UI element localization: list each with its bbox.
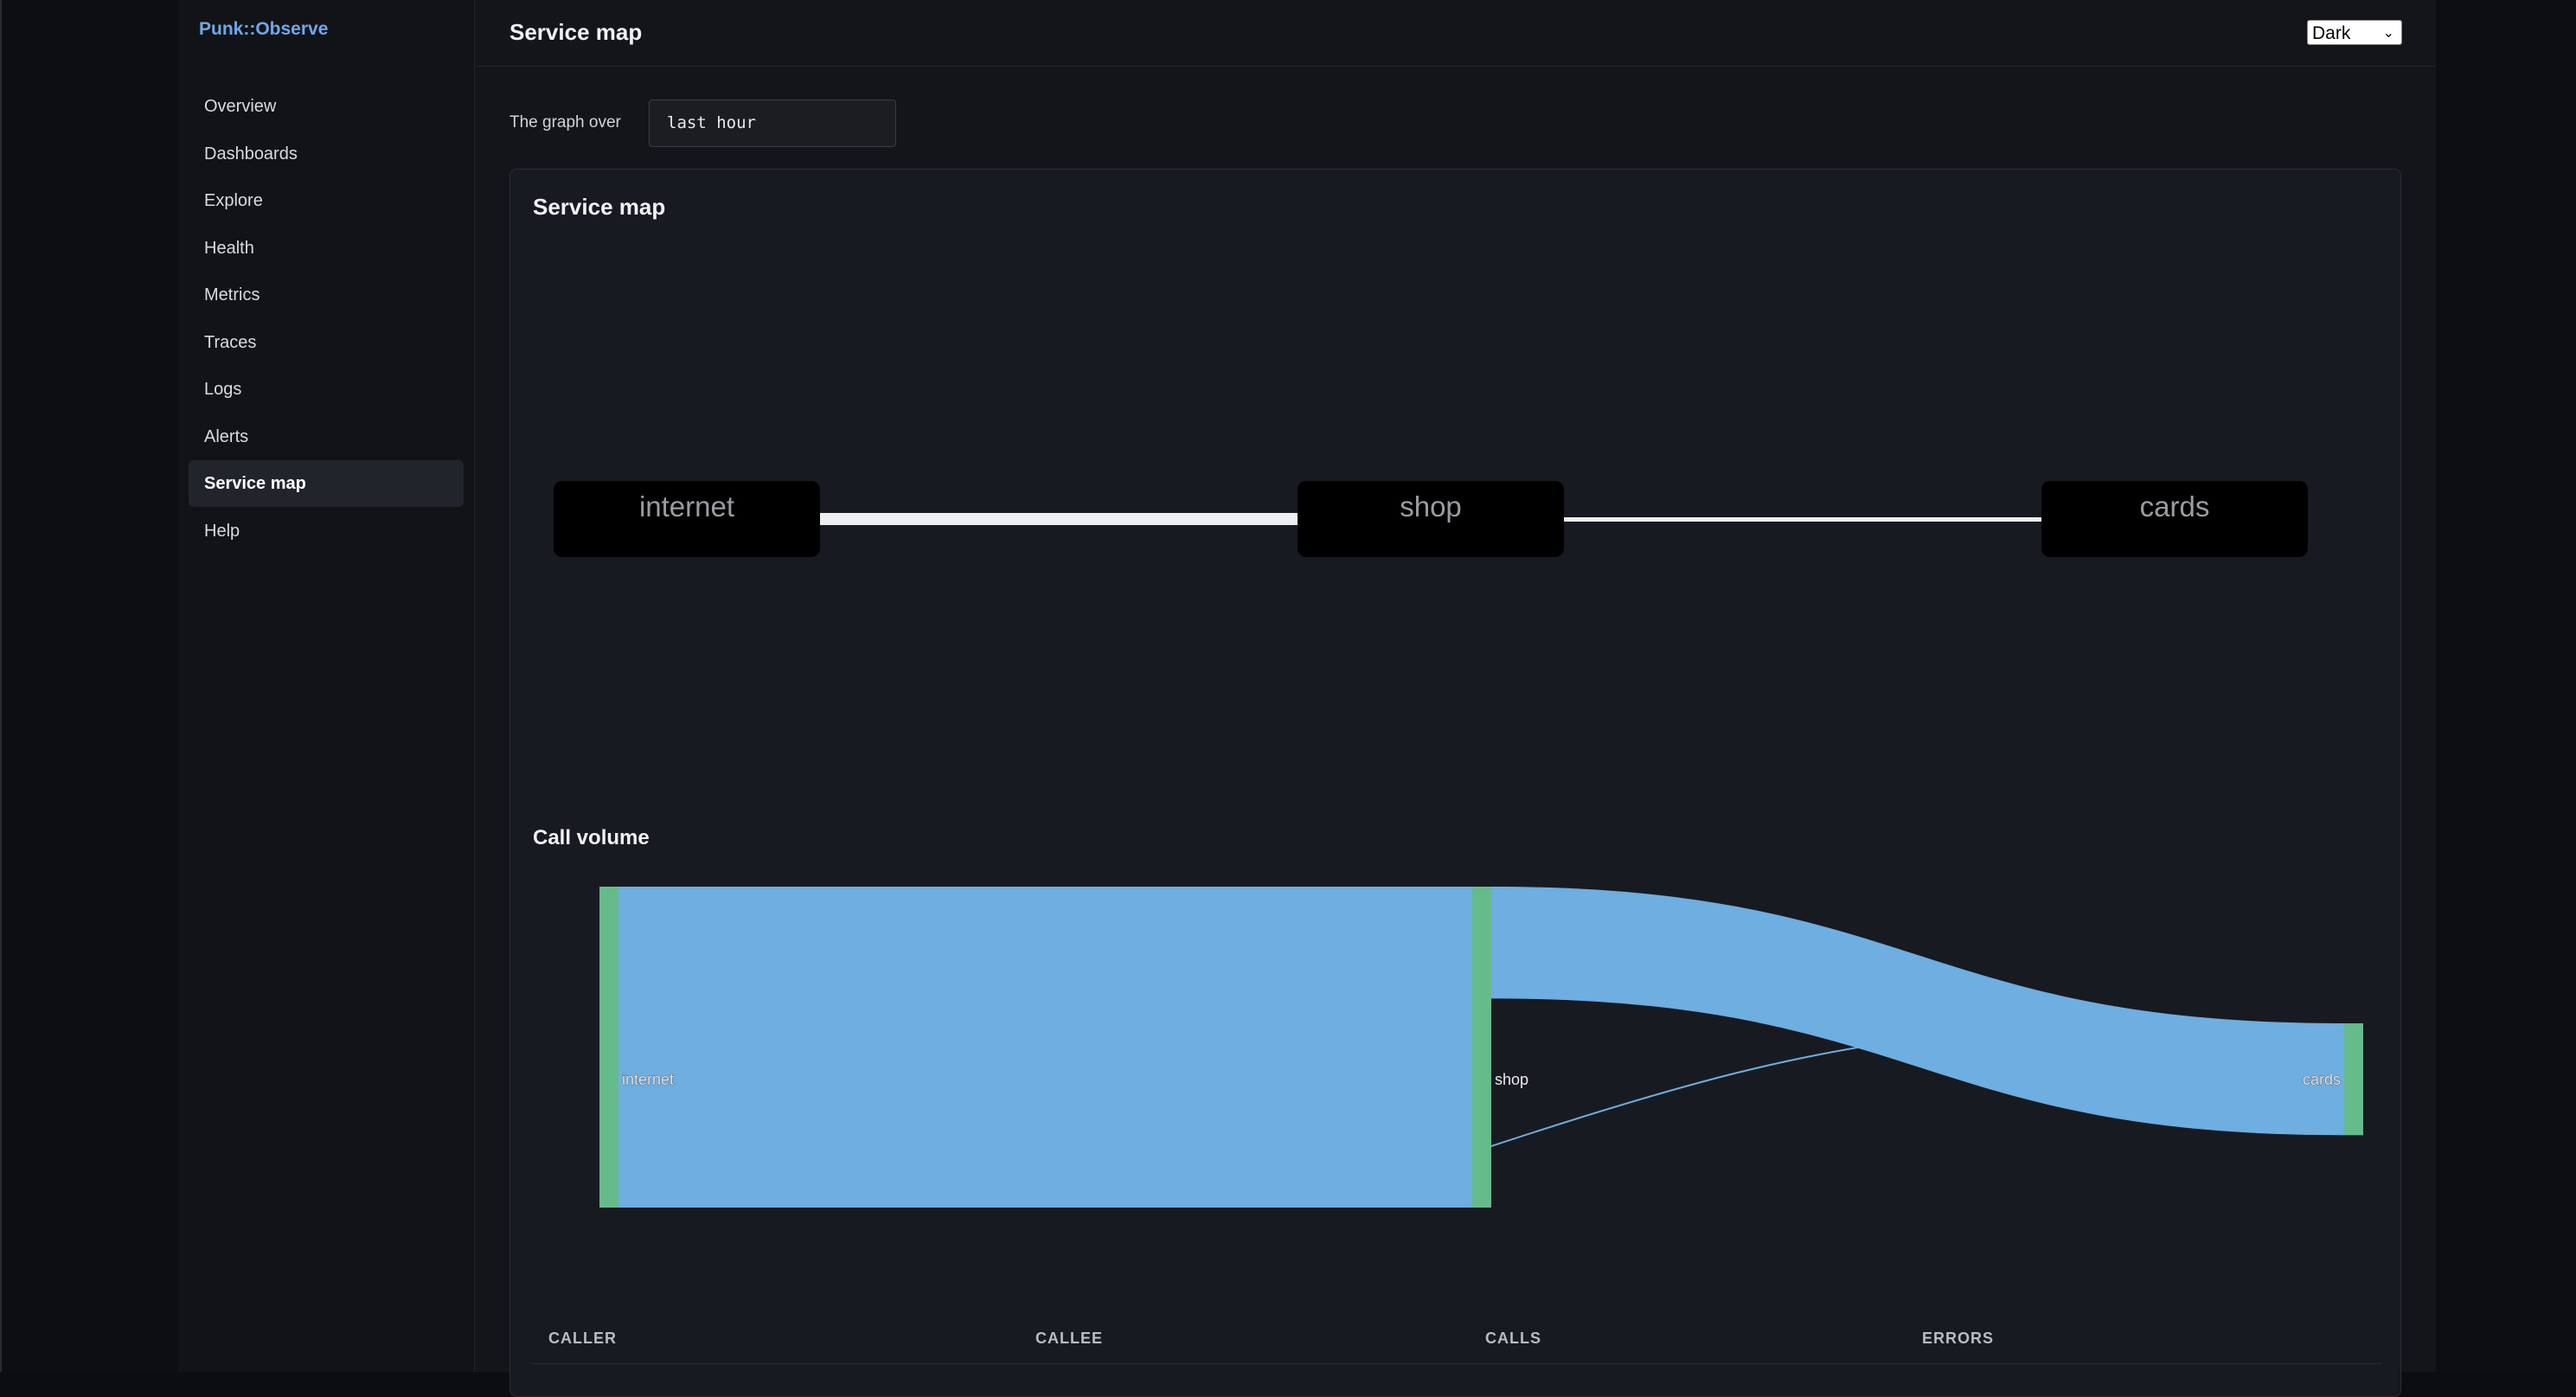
theme-select[interactable]: Dark ⌄ [2307,20,2402,45]
chevron-down-icon: ⌄ [2382,26,2394,41]
main-content: Service map Dark ⌄ The graph over last h… [475,0,2436,1397]
column-header-caller[interactable]: CALLER [548,1330,617,1348]
sankey-label-cards: cards [2303,1071,2341,1088]
sidebar-item-traces[interactable]: Traces [189,319,464,366]
theme-select-value: Dark [2312,23,2351,43]
sidebar-item-health[interactable]: Health [189,225,464,272]
call-volume-sankey: internet shop cards [599,887,2363,1208]
sidebar-item-help[interactable]: Help [189,508,464,554]
sidebar-item-logs[interactable]: Logs [189,366,464,413]
sidebar-item-service-map[interactable]: Service map [189,460,464,507]
column-header-errors[interactable]: ERRORS [1922,1330,1994,1348]
top-bar: Service map Dark ⌄ [475,0,2436,67]
sidebar: Punk::Observe Overview Dashboards Explor… [178,0,475,1372]
page-title: Service map [509,19,643,45]
column-header-callee[interactable]: CALLEE [1035,1330,1103,1348]
table-header-divider [531,1363,2382,1364]
sidebar-item-explore[interactable]: Explore [189,177,464,224]
sidebar-item-metrics[interactable]: Metrics [189,272,464,318]
sankey-node-shop[interactable] [1472,887,1491,1208]
brand-logo[interactable]: Punk::Observe [199,19,328,40]
time-range-input[interactable]: last hour [649,99,896,147]
sankey-node-internet[interactable] [599,887,618,1208]
sidebar-item-overview[interactable]: Overview [189,83,464,130]
service-map-panel: Service map internet shop cards Call vol… [509,169,2401,1397]
sidebar-item-dashboards[interactable]: Dashboards [189,131,464,177]
sidebar-nav: Overview Dashboards Explore Health Metri… [189,83,464,554]
sankey-node-cards[interactable] [2344,1023,2363,1136]
sankey-label-shop: shop [1495,1071,1528,1088]
column-header-calls[interactable]: CALLS [1485,1330,1541,1348]
sankey-link-shop-cards[interactable] [1491,887,2344,1136]
sankey-link-cards-shop[interactable] [1490,1040,1901,1147]
window-right-margin [2436,0,2576,1372]
sidebar-item-alerts[interactable]: Alerts [189,413,464,460]
sankey-label-internet: internet [622,1071,674,1088]
range-label: The graph over [509,113,621,131]
window-left-margin [0,0,178,1372]
sankey-link-internet-shop[interactable] [618,887,1472,1208]
